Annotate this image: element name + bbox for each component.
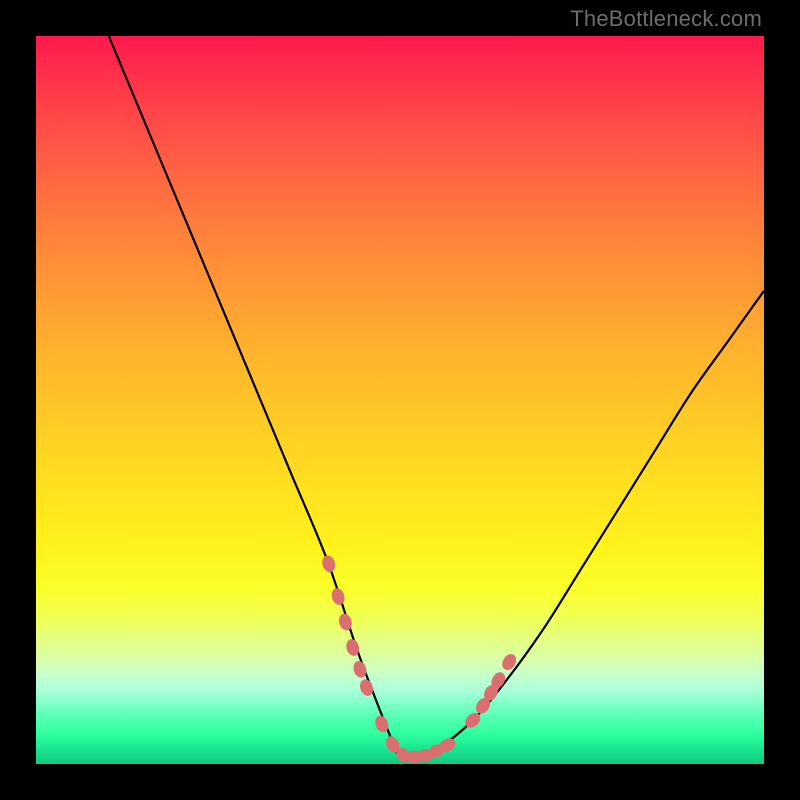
curve-marker	[358, 677, 375, 697]
watermark-text: TheBottleneck.com	[570, 6, 762, 32]
curve-markers	[320, 554, 519, 766]
bottleneck-curve-svg	[36, 36, 764, 764]
bottleneck-curve	[109, 36, 764, 758]
curve-marker	[330, 587, 347, 607]
chart-plot-area	[36, 36, 764, 764]
curve-marker	[320, 554, 337, 574]
